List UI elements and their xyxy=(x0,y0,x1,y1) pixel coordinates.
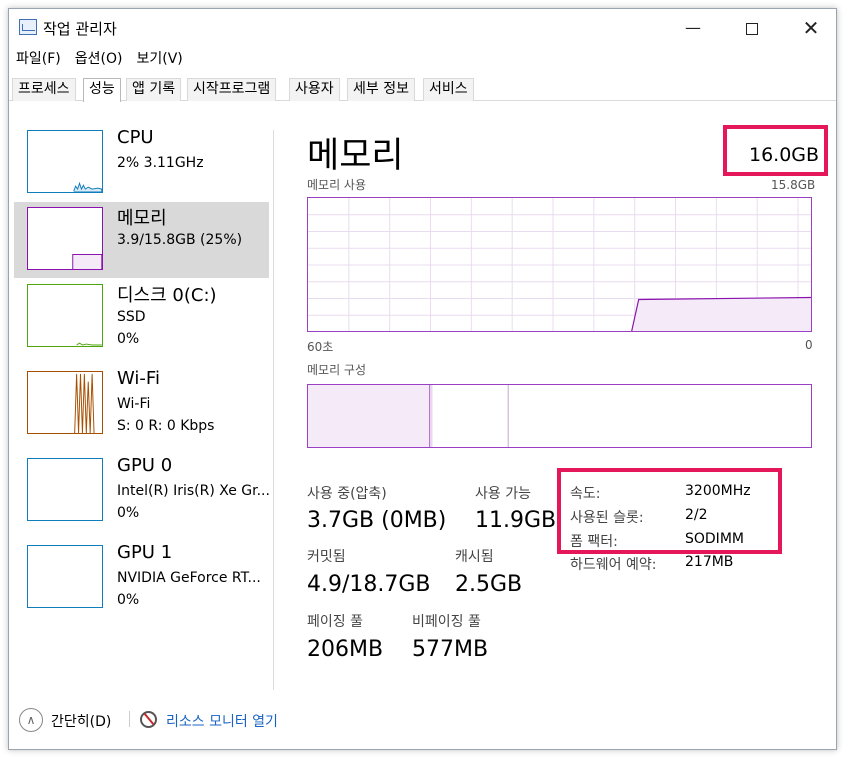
paged-pool-label: 페이징 풀 xyxy=(307,614,363,630)
form-factor-value: SODIMM xyxy=(685,531,744,547)
memory-composition-bar xyxy=(307,384,812,448)
gpu1-thumbnail-graph xyxy=(27,545,103,608)
tab-startup[interactable]: 시작프로그램 xyxy=(187,78,277,101)
speed-value: 3200MHz xyxy=(685,483,751,499)
memory-usage-graph xyxy=(307,197,812,332)
sidebar-title: GPU 0 xyxy=(117,455,173,476)
maximize-icon xyxy=(746,22,758,35)
sidebar-value: S: 0 R: 0 Kbps xyxy=(117,418,215,434)
cpu-thumbnail-graph xyxy=(27,130,103,193)
menu-file[interactable]: 파일(F) xyxy=(9,49,68,71)
task-manager-window: 작업 관리자 — ✕ 파일(F) 옵션(O) 보기(V) 프로세스 성능 앱 기… xyxy=(8,8,837,750)
time-axis-start: 60초 xyxy=(307,340,334,354)
sidebar-subtitle: 2% 3.11GHz xyxy=(117,155,204,171)
slots-used-label: 사용된 슬롯: xyxy=(570,510,644,526)
page-title: 메모리 xyxy=(307,136,404,176)
slots-used-value: 2/2 xyxy=(685,507,708,523)
menu-bar: 파일(F) 옵션(O) 보기(V) xyxy=(9,49,190,71)
sidebar-subtitle: SSD xyxy=(117,309,146,325)
sidebar-title: GPU 1 xyxy=(117,542,173,563)
composition-label: 메모리 구성 xyxy=(307,363,367,377)
available-value: 11.9GB xyxy=(475,508,557,533)
tab-bar: 프로세스 성능 앱 기록 시작프로그램 사용자 세부 정보 서비스 xyxy=(9,78,836,102)
time-axis-end: 0 xyxy=(805,338,813,352)
tab-performance[interactable]: 성능 xyxy=(83,78,121,102)
sidebar-value: 0% xyxy=(117,592,140,608)
total-memory: 16.0GB xyxy=(749,144,820,166)
available-label: 사용 가능 xyxy=(475,486,531,502)
sidebar-item-wifi[interactable]: Wi-Fi Wi-Fi S: 0 R: 0 Kbps xyxy=(14,366,269,442)
form-factor-label: 폼 팩터: xyxy=(570,534,618,550)
tab-processes[interactable]: 프로세스 xyxy=(12,78,76,101)
panel-divider xyxy=(273,130,274,690)
memory-thumbnail-graph xyxy=(27,207,103,270)
paged-pool-value: 206MB xyxy=(307,637,384,662)
minimize-button[interactable]: — xyxy=(664,9,722,47)
menu-options[interactable]: 옵션(O) xyxy=(68,49,130,71)
sidebar-item-gpu1[interactable]: GPU 1 NVIDIA GeForce RT... 0% xyxy=(14,540,269,616)
tab-details[interactable]: 세부 정보 xyxy=(347,78,415,101)
in-use-label: 사용 중(압축) xyxy=(307,486,387,502)
title-bar: 작업 관리자 — ✕ xyxy=(9,9,836,47)
sidebar-title: Wi-Fi xyxy=(117,368,160,389)
committed-value: 4.9/18.7GB xyxy=(307,572,431,597)
footer-divider xyxy=(129,711,130,727)
chevron-up-icon[interactable]: ∧ xyxy=(19,708,43,732)
sidebar-subtitle: NVIDIA GeForce RT... xyxy=(117,570,261,586)
sidebar-item-cpu[interactable]: CPU 2% 3.11GHz xyxy=(14,125,269,201)
nonpaged-pool-value: 577MB xyxy=(412,637,489,662)
sidebar-item-disk[interactable]: 디스크 0(C:) SSD 0% xyxy=(14,279,269,355)
cached-value: 2.5GB xyxy=(455,572,523,597)
window-title: 작업 관리자 xyxy=(43,20,117,38)
sidebar-subtitle: 3.9/15.8GB (25%) xyxy=(117,232,243,248)
tab-services[interactable]: 서비스 xyxy=(423,78,474,101)
sidebar-subtitle: Wi-Fi xyxy=(117,396,151,412)
disk-thumbnail-graph xyxy=(27,284,103,347)
speed-label: 속도: xyxy=(570,486,601,502)
wifi-thumbnail-graph xyxy=(27,371,103,434)
sidebar-title: 메모리 xyxy=(117,208,167,229)
task-manager-icon xyxy=(19,19,37,35)
sidebar-item-memory[interactable]: 메모리 3.9/15.8GB (25%) xyxy=(14,202,269,278)
menu-view[interactable]: 보기(V) xyxy=(129,49,189,71)
maximize-button[interactable] xyxy=(723,9,781,47)
sidebar-item-gpu0[interactable]: GPU 0 Intel(R) Iris(R) Xe Gr... 0% xyxy=(14,453,270,529)
resource-monitor-icon[interactable] xyxy=(140,711,157,728)
sidebar-title: 디스크 0(C:) xyxy=(117,285,217,306)
usage-graph-max: 15.8GB xyxy=(771,178,816,192)
hardware-reserved-label: 하드웨어 예약: xyxy=(570,557,657,573)
in-use-value: 3.7GB (0MB) xyxy=(307,508,447,533)
committed-label: 커밋됨 xyxy=(307,549,346,565)
close-button[interactable]: ✕ xyxy=(782,9,840,47)
fewer-details-link[interactable]: 간단히(D) xyxy=(51,711,111,731)
open-resource-monitor-link[interactable]: 리소스 모니터 열기 xyxy=(166,711,278,731)
sidebar-subtitle: Intel(R) Iris(R) Xe Gr... xyxy=(117,483,270,499)
usage-graph-label: 메모리 사용 xyxy=(307,178,367,192)
sidebar-value: 0% xyxy=(117,331,140,347)
gpu0-thumbnail-graph xyxy=(27,458,103,521)
tab-app-history[interactable]: 앱 기록 xyxy=(126,78,182,101)
nonpaged-pool-label: 비페이징 풀 xyxy=(412,614,481,630)
hardware-reserved-value: 217MB xyxy=(685,554,734,570)
cached-label: 캐시됨 xyxy=(455,549,494,565)
sidebar-title: CPU xyxy=(117,127,154,148)
sidebar-value: 0% xyxy=(117,505,140,521)
tab-users[interactable]: 사용자 xyxy=(289,78,340,101)
